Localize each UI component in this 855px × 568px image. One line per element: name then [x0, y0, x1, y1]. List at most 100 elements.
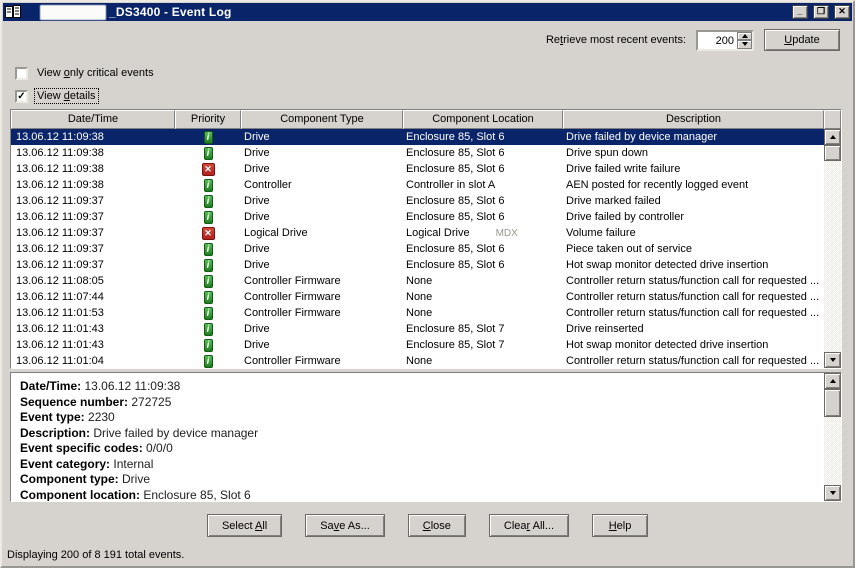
view-details-checkbox[interactable]: ✓ [15, 90, 28, 103]
close-button[interactable]: ✕ [834, 5, 850, 19]
details-line: Component location: Enclosure 85, Slot 6 [20, 488, 815, 502]
cell-component-type: Drive [241, 321, 403, 337]
cell-priority: i [175, 355, 241, 368]
table-row[interactable]: 13.06.12 11:09:38✕DriveEnclosure 85, Slo… [11, 161, 824, 177]
info-icon: i [204, 259, 213, 272]
details-value: 272725 [128, 395, 171, 409]
cell-component-type: Drive [241, 337, 403, 353]
column-header-description[interactable]: Description [563, 110, 824, 129]
event-log-window: _DS3400 - Event Log _ ❐ ✕ Retrieve most … [0, 0, 855, 568]
save-as-button[interactable]: Save As... [305, 514, 385, 537]
header-scrollbar-stub [824, 110, 841, 129]
table-row[interactable]: 13.06.12 11:09:38iDriveEnclosure 85, Slo… [11, 145, 824, 161]
scrollbar-track[interactable] [824, 161, 841, 352]
label-post: etails [70, 90, 96, 102]
cell-component-type: Controller Firmware [241, 273, 403, 289]
cell-description: Drive spun down [563, 145, 824, 161]
event-table-scrollbar[interactable] [824, 129, 841, 368]
table-row[interactable]: 13.06.12 11:01:53iController FirmwareNon… [11, 305, 824, 321]
btn-pre: Clea [504, 520, 527, 532]
cell-datetime: 13.06.12 11:09:37 [11, 225, 175, 241]
scroll-down-button[interactable] [824, 485, 841, 501]
clear-all-button[interactable]: Clear All... [489, 514, 569, 537]
btn-key: C [423, 520, 431, 532]
table-row[interactable]: 13.06.12 11:09:37✕Logical DriveLogical D… [11, 225, 824, 241]
info-icon: i [204, 339, 213, 352]
cell-datetime: 13.06.12 11:09:37 [11, 193, 175, 209]
titlebar[interactable]: _DS3400 - Event Log _ ❐ ✕ [3, 3, 852, 21]
status-text: Displaying 200 of 8 191 total events. [7, 549, 184, 561]
details-label: Event category: [20, 457, 110, 471]
help-button[interactable]: Help [592, 514, 648, 537]
close-button[interactable]: Close [408, 514, 466, 537]
details-line: Sequence number: 272725 [20, 395, 815, 411]
spinner-down-button[interactable] [737, 40, 752, 49]
retrieve-count-spinner[interactable]: 200 [696, 30, 754, 51]
table-row[interactable]: 13.06.12 11:01:43iDriveEnclosure 85, Slo… [11, 321, 824, 337]
info-icon: i [204, 211, 213, 224]
scroll-up-icon [830, 135, 836, 139]
cell-component-type: Drive [241, 257, 403, 273]
spinner-down-icon [742, 42, 748, 46]
details-label: Sequence number: [20, 395, 128, 409]
table-row[interactable]: 13.06.12 11:08:05iController FirmwareNon… [11, 273, 824, 289]
label-pre: View [37, 67, 64, 79]
cell-datetime: 13.06.12 11:09:38 [11, 145, 175, 161]
event-table-body: 13.06.12 11:09:38iDriveEnclosure 85, Slo… [11, 129, 824, 368]
details-value: Enclosure 85, Slot 6 [140, 488, 251, 502]
maximize-button[interactable]: ❐ [813, 5, 829, 19]
table-row[interactable]: 13.06.12 11:09:37iDriveEnclosure 85, Slo… [11, 193, 824, 209]
table-row[interactable]: 13.06.12 11:09:38iDriveEnclosure 85, Slo… [11, 129, 824, 145]
details-scrollbar[interactable] [824, 373, 841, 501]
event-details-content[interactable]: Date/Time: 13.06.12 11:09:38Sequence num… [11, 373, 824, 501]
critical-icon: ✕ [202, 163, 215, 176]
table-row[interactable]: 13.06.12 11:09:37iDriveEnclosure 85, Slo… [11, 209, 824, 225]
retrieve-count-value[interactable]: 200 [698, 32, 737, 49]
column-header-priority[interactable]: Priority [175, 110, 241, 129]
info-icon: i [204, 131, 213, 144]
view-details-checkbox-row[interactable]: ✓ View details [15, 89, 98, 103]
scrollbar-thumb[interactable] [824, 389, 841, 417]
cell-priority: i [175, 275, 241, 288]
spinner-up-button[interactable] [737, 32, 752, 41]
column-header-component-type[interactable]: Component Type [241, 110, 403, 129]
cell-component-type: Logical Drive [241, 225, 403, 241]
cell-priority: i [175, 211, 241, 224]
scroll-down-button[interactable] [824, 352, 841, 368]
table-row[interactable]: 13.06.12 11:01:43iDriveEnclosure 85, Slo… [11, 337, 824, 353]
update-button[interactable]: Update [764, 29, 840, 51]
cell-component-location: Enclosure 85, Slot 6 [403, 161, 563, 177]
btn-post: ll [262, 520, 267, 532]
table-row[interactable]: 13.06.12 11:01:04iController FirmwareNon… [11, 353, 824, 368]
critical-only-checkbox-row[interactable]: View only critical events [15, 66, 156, 80]
scroll-up-button[interactable] [824, 129, 841, 145]
cell-component-location: Logical DriveMDX [403, 225, 563, 242]
cell-priority: i [175, 291, 241, 304]
scroll-down-icon [830, 358, 836, 362]
scrollbar-thumb[interactable] [824, 145, 841, 161]
details-label: Component type: [20, 472, 119, 486]
table-row[interactable]: 13.06.12 11:09:38iControllerController i… [11, 177, 824, 193]
cell-datetime: 13.06.12 11:09:38 [11, 129, 175, 145]
column-header-date-time[interactable]: Date/Time [11, 110, 175, 129]
cell-priority: i [175, 323, 241, 336]
cell-component-type: Drive [241, 145, 403, 161]
info-icon: i [204, 291, 213, 304]
table-row[interactable]: 13.06.12 11:09:37iDriveEnclosure 85, Slo… [11, 257, 824, 273]
column-header-component-location[interactable]: Component Location [403, 110, 563, 129]
scroll-up-button[interactable] [824, 373, 841, 389]
minimize-button[interactable]: _ [792, 5, 808, 19]
scrollbar-track[interactable] [824, 417, 841, 485]
cell-description: Drive failed by device manager [563, 129, 824, 145]
cell-datetime: 13.06.12 11:01:04 [11, 353, 175, 368]
window-title: _DS3400 - Event Log [109, 5, 232, 19]
dialog-button-bar: Select All Save As... Close Clear All... Hel… [2, 514, 853, 537]
critical-only-checkbox[interactable] [15, 67, 28, 80]
select-all-button[interactable]: Select All [207, 514, 282, 537]
table-row[interactable]: 13.06.12 11:09:37iDriveEnclosure 85, Slo… [11, 241, 824, 257]
table-row[interactable]: 13.06.12 11:07:44iController FirmwareNon… [11, 289, 824, 305]
label-pre: View [37, 90, 64, 102]
cell-description: Controller return status/function call f… [563, 289, 824, 305]
spinner-up-icon [742, 34, 748, 38]
cell-component-type: Drive [241, 241, 403, 257]
